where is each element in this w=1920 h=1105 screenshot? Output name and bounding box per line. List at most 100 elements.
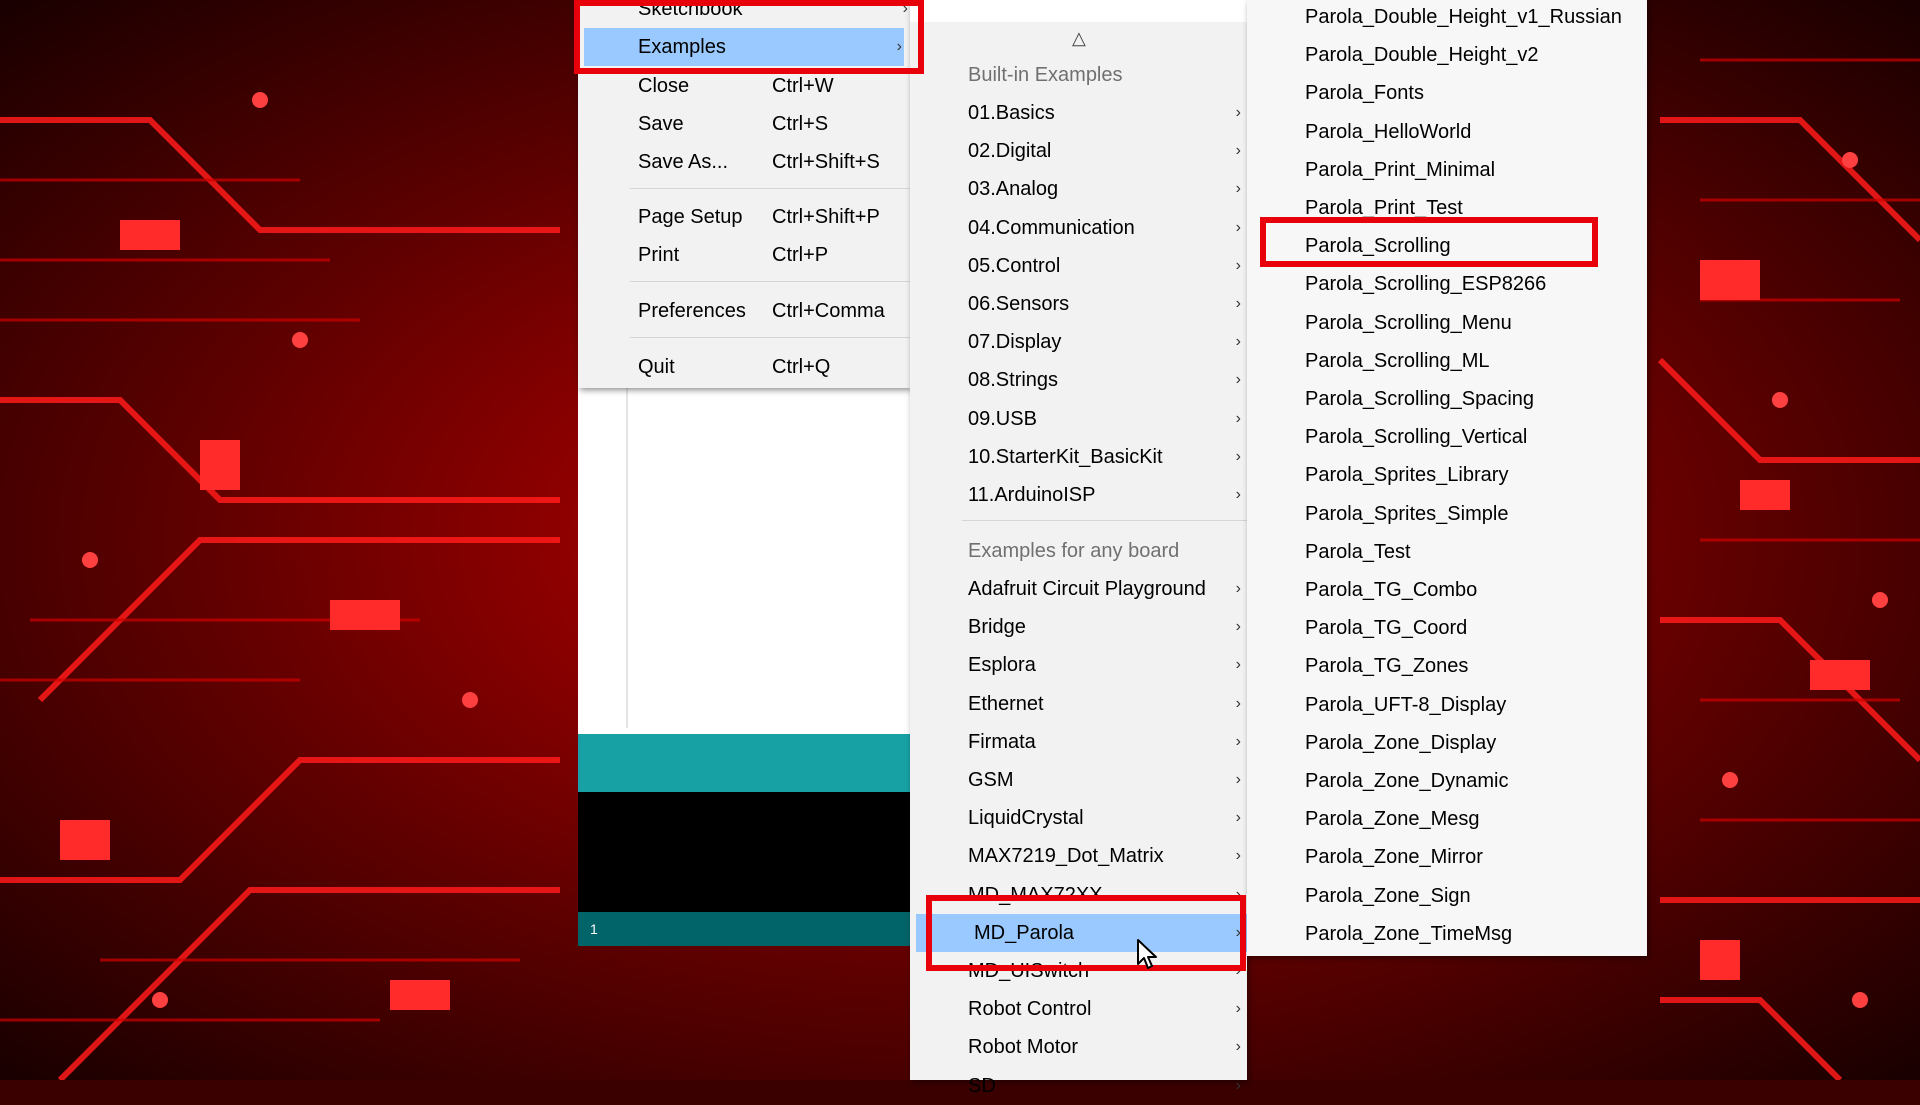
menu-item-save[interactable]: Save Ctrl+S — [578, 105, 910, 143]
menu-item-label: GSM — [968, 769, 1014, 791]
menu-item-parola-scrolling-spacing[interactable]: Parola_Scrolling_Spacing — [1247, 380, 1647, 418]
menu-item-label: Parola_TG_Combo — [1305, 579, 1478, 601]
menu-item-06-sensors[interactable]: 06.Sensors › — [910, 285, 1247, 323]
menu-item-04-communication[interactable]: 04.Communication › — [910, 209, 1247, 247]
menu-item-parola-zone-display[interactable]: Parola_Zone_Display — [1247, 724, 1647, 762]
menu-item-ethernet[interactable]: Ethernet › — [910, 685, 1247, 723]
menu-item-02-digital[interactable]: 02.Digital › — [910, 132, 1247, 170]
menu-item-label: LiquidCrystal — [968, 807, 1084, 830]
menu-item-parola-tg-coord[interactable]: Parola_TG_Coord — [1247, 609, 1647, 647]
chevron-right-icon: › — [1235, 809, 1241, 827]
chevron-right-icon: › — [1235, 256, 1241, 274]
section-header-label: Examples for any board — [968, 540, 1180, 562]
menu-item-max7219-dot-matrix[interactable]: MAX7219_Dot_Matrix › — [910, 837, 1247, 875]
menu-item-01-basics[interactable]: 01.Basics › — [910, 94, 1247, 132]
section-header-label: Built-in Examples — [968, 64, 1123, 86]
menu-item-parola-print-minimal[interactable]: Parola_Print_Minimal — [1247, 151, 1647, 189]
menu-item-parola-zone-mirror[interactable]: Parola_Zone_Mirror — [1247, 838, 1647, 876]
menu-item-label: 07.Display — [968, 331, 1062, 354]
menu-item-parola-tg-zones[interactable]: Parola_TG_Zones — [1247, 647, 1647, 685]
annotation-box-md-parola — [926, 895, 1246, 971]
menu-item-parola-zone-timemsg[interactable]: Parola_Zone_TimeMsg — [1247, 915, 1647, 953]
menu-item-robot-control[interactable]: Robot Control › — [910, 990, 1247, 1028]
chevron-right-icon: › — [1235, 1076, 1241, 1094]
menu-item-liquidcrystal[interactable]: LiquidCrystal › — [910, 799, 1247, 837]
menu-item-label: Parola_Print_Minimal — [1305, 158, 1496, 181]
menu-item-label: Quit — [638, 356, 675, 378]
chevron-right-icon: › — [1235, 656, 1241, 674]
menu-item-label: Parola_Double_Height_v1_Russian — [1305, 6, 1622, 28]
menu-item-11-arduinoisp[interactable]: 11.ArduinoISP › — [910, 476, 1247, 514]
menu-item-label: 05.Control — [968, 254, 1061, 277]
md-parola-submenu: Parola_Double_Height_v1_Russian Parola_Do… — [1247, 0, 1647, 956]
menu-item-label: Parola_HelloWorld — [1305, 120, 1472, 143]
menu-item-label: Esplora — [968, 654, 1036, 677]
menu-item-print[interactable]: Print Ctrl+P — [578, 236, 910, 274]
menu-separator — [962, 520, 1247, 521]
mouse-cursor-icon — [1137, 939, 1157, 969]
menu-item-esplora[interactable]: Esplora › — [910, 646, 1247, 684]
menu-item-preferences[interactable]: Preferences Ctrl+Comma — [578, 292, 910, 330]
chevron-right-icon: › — [1235, 142, 1241, 160]
menu-item-quit[interactable]: Quit Ctrl+Q — [578, 348, 910, 386]
menu-item-08-strings[interactable]: 08.Strings › — [910, 361, 1247, 399]
menu-item-adafruit-circuit-playground[interactable]: Adafruit Circuit Playground › — [910, 570, 1247, 608]
chevron-right-icon: › — [1235, 618, 1241, 636]
menu-item-parola-double-height-v2[interactable]: Parola_Double_Height_v2 — [1247, 36, 1647, 74]
menu-item-parola-zone-dynamic[interactable]: Parola_Zone_Dynamic — [1247, 762, 1647, 800]
chevron-right-icon: › — [1235, 1038, 1241, 1056]
menu-item-label: 06.Sensors — [968, 293, 1070, 315]
menu-item-parola-uft-8-display[interactable]: Parola_UFT-8_Display — [1247, 686, 1647, 724]
menu-item-parola-scrolling-esp8266[interactable]: Parola_Scrolling_ESP8266 — [1247, 265, 1647, 303]
menu-item-label: Parola_Zone_Sign — [1305, 884, 1471, 907]
menu-item-label: Parola_Double_Height_v2 — [1305, 44, 1539, 67]
menu-separator — [630, 281, 910, 282]
menu-item-page-setup[interactable]: Page Setup Ctrl+Shift+P — [578, 198, 910, 236]
menu-item-parola-sprites-simple[interactable]: Parola_Sprites_Simple — [1247, 495, 1647, 533]
scroll-up-icon[interactable]: △ — [1072, 28, 1086, 49]
menu-item-parola-tg-combo[interactable]: Parola_TG_Combo — [1247, 571, 1647, 609]
menu-item-parola-sprites-library[interactable]: Parola_Sprites_Library — [1247, 456, 1647, 494]
menu-item-label: SD — [968, 1074, 996, 1097]
menu-item-save-as[interactable]: Save As... Ctrl+Shift+S — [578, 143, 910, 181]
menu-item-label: Parola_Scrolling_Spacing — [1305, 388, 1535, 410]
menu-item-label: 10.StarterKit_BasicKit — [968, 445, 1163, 468]
menu-item-label: Parola_Scrolling_Vertical — [1305, 426, 1528, 449]
menu-item-gsm[interactable]: GSM › — [910, 761, 1247, 799]
menu-item-parola-zone-sign[interactable]: Parola_Zone_Sign — [1247, 877, 1647, 915]
menu-item-03-analog[interactable]: 03.Analog › — [910, 170, 1247, 208]
menu-item-parola-fonts[interactable]: Parola_Fonts — [1247, 74, 1647, 112]
annotation-box-examples — [574, 0, 924, 74]
menu-item-parola-scrolling-menu[interactable]: Parola_Scrolling_Menu — [1247, 304, 1647, 342]
menu-item-robot-motor[interactable]: Robot Motor › — [910, 1028, 1247, 1066]
menu-item-bridge[interactable]: Bridge › — [910, 608, 1247, 646]
menu-item-label: Page Setup — [638, 206, 743, 228]
menu-item-parola-helloworld[interactable]: Parola_HelloWorld — [1247, 113, 1647, 151]
menu-item-shortcut: Ctrl+Q — [772, 356, 831, 378]
menu-item-label: Adafruit Circuit Playground — [968, 578, 1206, 600]
menu-item-sd[interactable]: SD › — [910, 1067, 1247, 1105]
menu-item-07-display[interactable]: 07.Display › — [910, 323, 1247, 361]
menu-item-parola-scrolling-ml[interactable]: Parola_Scrolling_ML — [1247, 342, 1647, 380]
menu-item-label: 11.ArduinoISP — [968, 484, 1096, 506]
menu-item-firmata[interactable]: Firmata › — [910, 723, 1247, 761]
menu-item-parola-zone-mesg[interactable]: Parola_Zone_Mesg — [1247, 800, 1647, 838]
menu-item-label: Parola_Zone_Display — [1305, 731, 1497, 754]
chevron-right-icon: › — [1235, 1000, 1241, 1018]
menu-item-label: Parola_Fonts — [1305, 82, 1424, 105]
chevron-right-icon: › — [1235, 295, 1241, 312]
menu-item-label: Ethernet — [968, 692, 1044, 715]
menu-item-parola-double-height-v1-russian[interactable]: Parola_Double_Height_v1_Russian — [1247, 0, 1647, 36]
menu-item-label: Parola_Scrolling_ESP8266 — [1305, 273, 1547, 296]
menu-item-label: Preferences — [638, 300, 746, 322]
menu-item-10-starterkit-basickit[interactable]: 10.StarterKit_BasicKit › — [910, 438, 1247, 476]
menu-item-label: Parola_TG_Coord — [1305, 617, 1468, 640]
menu-item-05-control[interactable]: 05.Control › — [910, 247, 1247, 285]
menu-item-09-usb[interactable]: 09.USB › — [910, 400, 1247, 438]
chevron-right-icon: › — [1235, 580, 1241, 597]
menu-item-parola-test[interactable]: Parola_Test — [1247, 533, 1647, 571]
menu-item-label: Parola_Zone_Mirror — [1305, 846, 1483, 869]
menu-item-label: Robot Motor — [968, 1036, 1079, 1059]
menu-item-shortcut: Ctrl+Comma — [772, 300, 885, 322]
menu-item-parola-scrolling-vertical[interactable]: Parola_Scrolling_Vertical — [1247, 418, 1647, 456]
